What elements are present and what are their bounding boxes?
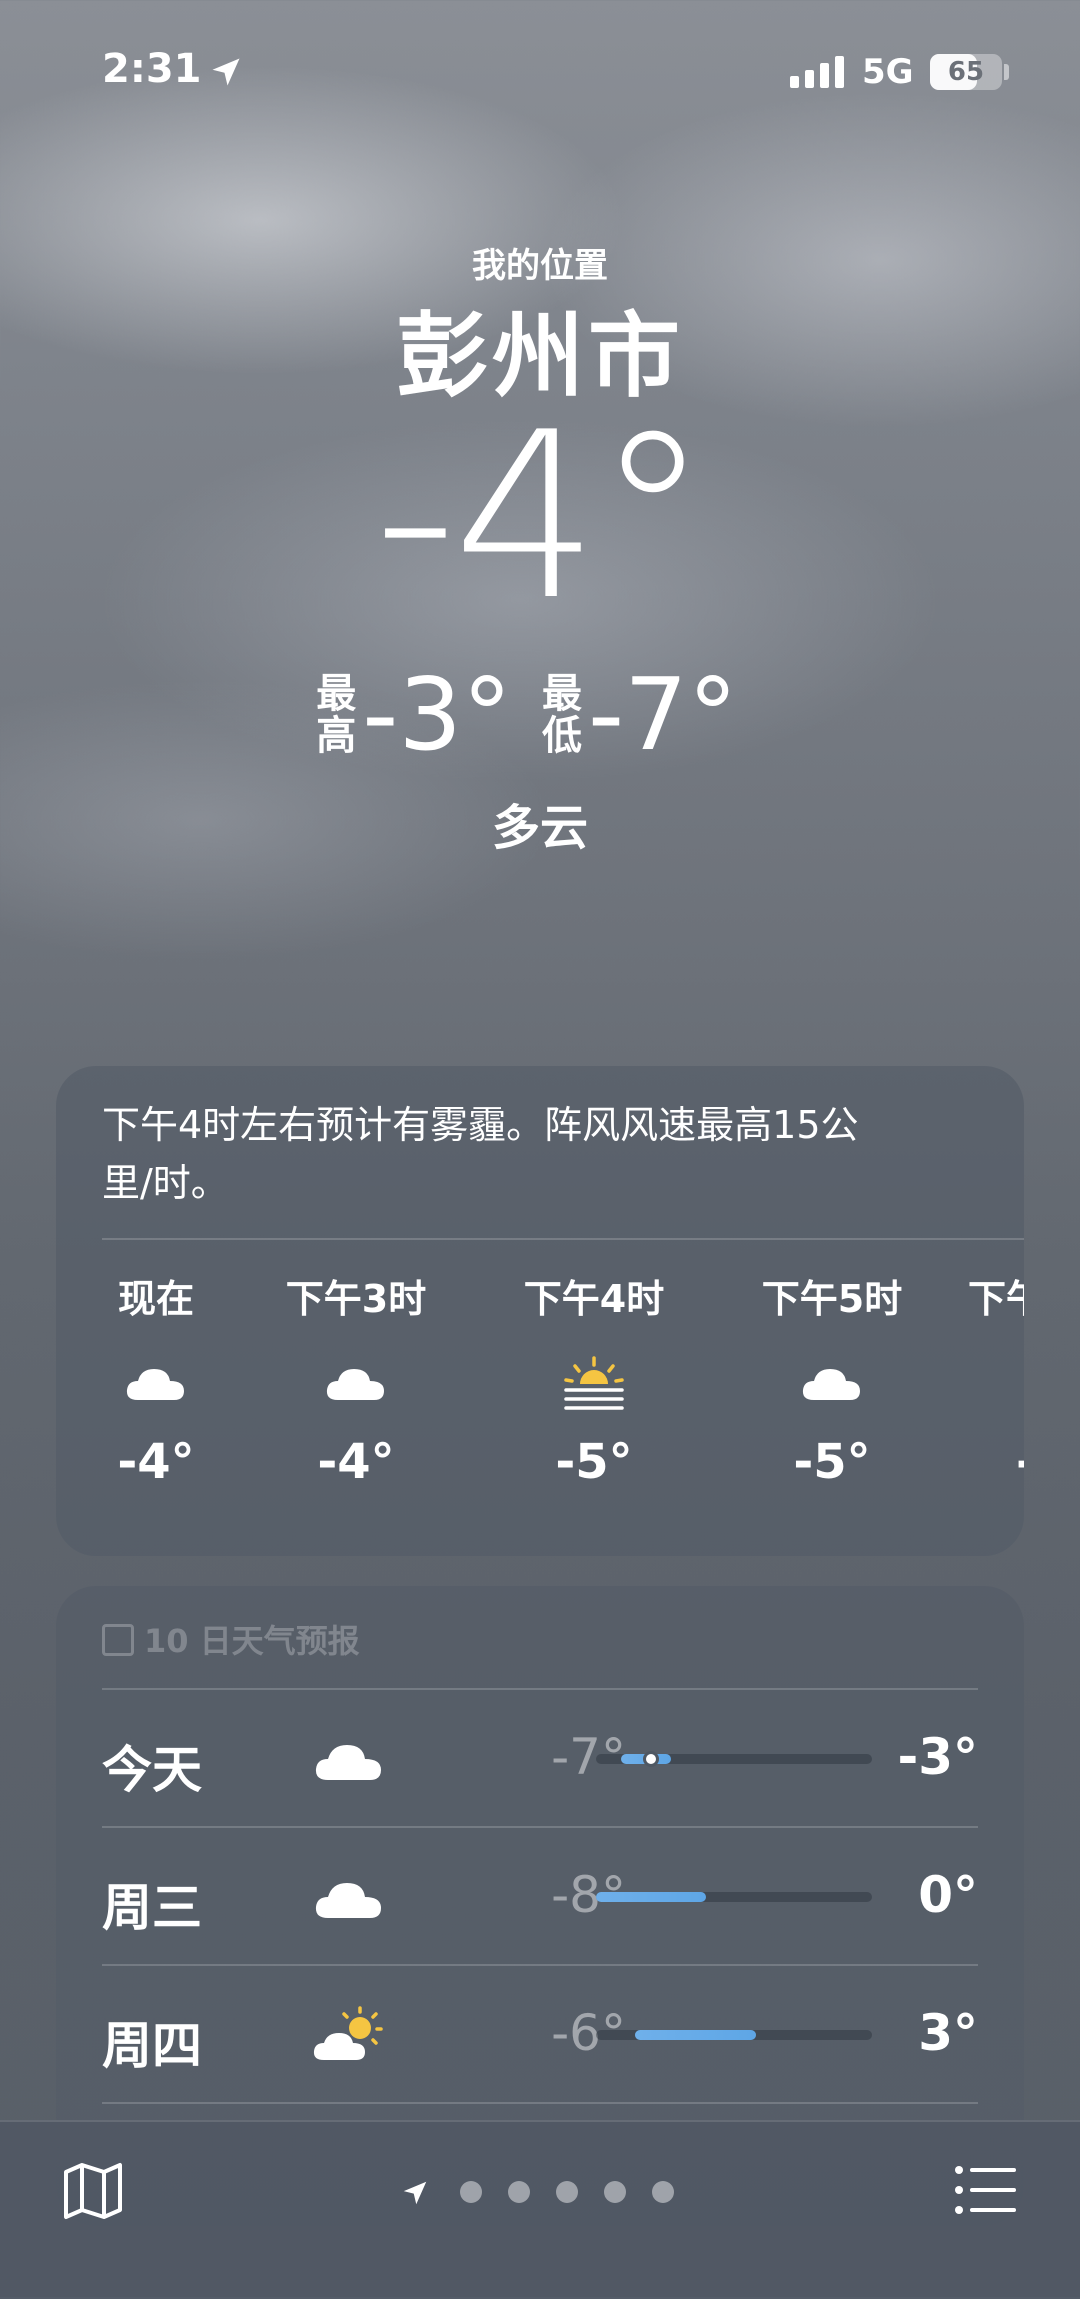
daily-header: 10 日天气预报 (102, 1616, 360, 1662)
page-dot[interactable] (460, 2181, 482, 2203)
partly-sunny-icon (313, 2006, 383, 2060)
temp-range-track (596, 2030, 872, 2040)
cloud-icon (315, 1745, 381, 1780)
day-row[interactable]: 周三 -8° 0° (56, 1826, 1024, 1964)
location-arrow-icon[interactable] (400, 2178, 430, 2208)
high-low: 最高-3° 最低-7° (0, 660, 1080, 770)
hour-label: 现在 (117, 1277, 194, 1321)
divider (102, 1964, 978, 1966)
hour-label: 下午4时 (523, 1277, 665, 1321)
hour-temp: -5° (555, 1434, 633, 1490)
sunrise-haze-icon (564, 1356, 624, 1410)
hourly-forecast-card[interactable]: 下午4时左右预计有雾霾。阵风风速最高15公里/时。 现在 -4° 下午3时 -4… (56, 1066, 1024, 1556)
hourly-scroller[interactable]: 现在 -4° 下午3时 -4° 下午4时 -5° 下午5时 -5° 下 (56, 1242, 1024, 1542)
temp-range-bar (596, 1892, 706, 1902)
day-high: -3° (897, 1728, 978, 1786)
calendar-icon (102, 1624, 134, 1656)
hour-temp: -4° (117, 1434, 195, 1490)
page-dot[interactable] (652, 2181, 674, 2203)
day-name: 周四 (102, 2017, 202, 2075)
cellular-signal-icon (790, 56, 844, 88)
page-dot[interactable] (556, 2181, 578, 2203)
high-label: 最高 (316, 671, 357, 759)
forecast-summary: 下午4时左右预计有雾霾。阵风风速最高15公里/时。 (102, 1103, 859, 1205)
divider (102, 1826, 978, 1828)
cloud-icon (326, 1369, 384, 1400)
temp-range-bar (635, 2030, 756, 2040)
hour-item: 现在 -4° (56, 1242, 256, 1542)
status-time: 2:31 (102, 46, 202, 92)
page-indicator[interactable] (400, 2178, 700, 2208)
day-row[interactable]: 周四 -6° 3° (56, 1964, 1024, 2102)
divider (102, 1688, 978, 1690)
hour-label: 下午3时 (285, 1277, 427, 1321)
hour-temp: -4° (317, 1434, 395, 1490)
network-type: 5G (862, 52, 914, 92)
list-icon[interactable] (954, 2162, 1018, 2218)
battery-icon: 65 (930, 54, 1002, 90)
low-temp: -7° (588, 656, 738, 773)
hour-temp: -5° (793, 1434, 871, 1490)
hour-temp: - (1016, 1434, 1024, 1490)
cloud-icon (315, 1883, 381, 1918)
cloud-icon (126, 1369, 184, 1400)
temp-range-track (596, 1751, 872, 1767)
current-temp-dot (643, 1751, 659, 1767)
page-dot[interactable] (604, 2181, 626, 2203)
daily-header-label: 10 日天气预报 (144, 1622, 360, 1660)
location-arrow-icon (212, 58, 240, 86)
day-high: 0° (918, 1866, 978, 1924)
current-temperature: -4° (373, 384, 710, 651)
hour-item: 下午3时 -4° (256, 1242, 456, 1542)
bottom-toolbar (0, 2120, 1080, 2299)
day-high: 3° (918, 2004, 978, 2062)
low-label: 最低 (542, 671, 582, 759)
page-dot[interactable] (508, 2181, 530, 2203)
hour-item: 下午4时 -5° (494, 1242, 694, 1542)
day-name: 今天 (102, 1741, 202, 1799)
hour-item: 下午5时 -5° (732, 1242, 932, 1542)
divider (102, 2102, 978, 2104)
cloud-icon (802, 1369, 860, 1400)
battery-cap (1004, 64, 1009, 80)
hour-label: 下午5时 (761, 1277, 903, 1321)
hour-label: 下午 (968, 1277, 1024, 1321)
temp-range-track (596, 1892, 872, 1902)
status-bar: 2:31 5G 65 (0, 0, 1080, 140)
location-label: 我的位置 (472, 246, 608, 286)
day-row[interactable]: 今天 -7° -3° (56, 1688, 1024, 1826)
condition-text: 多云 (491, 800, 588, 856)
day-name: 周三 (102, 1879, 202, 1937)
map-icon[interactable] (60, 2158, 126, 2224)
high-temp: -3° (362, 656, 512, 773)
hour-item: 下午 - (956, 1242, 1024, 1542)
battery-percent: 65 (947, 57, 985, 87)
divider (102, 1238, 1024, 1240)
